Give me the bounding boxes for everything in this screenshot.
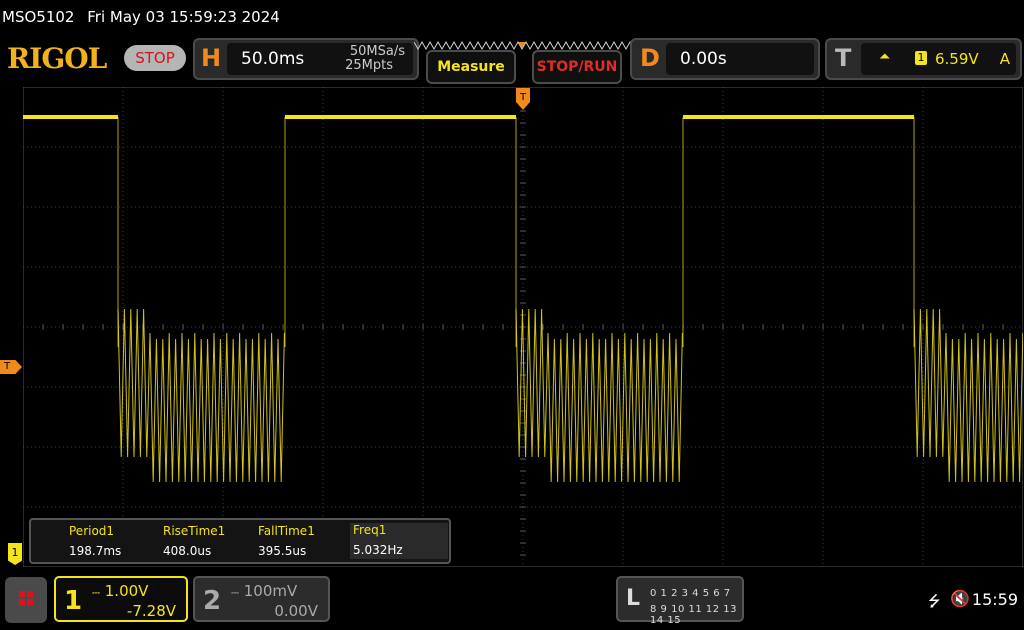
bottom-bar: 1 ⎓ 1.00V -7.28V 2 ⎓ 100mV 0.00V L 0 1 2… bbox=[0, 572, 1024, 630]
grid-svg bbox=[23, 87, 1023, 567]
system-clock: 15:59 bbox=[971, 590, 1018, 609]
channel-1-box[interactable]: 1 ⎓ 1.00V -7.28V bbox=[54, 576, 188, 622]
burst-trace bbox=[515, 308, 683, 483]
measure-value: 395.5us bbox=[258, 544, 307, 558]
burst-trace bbox=[913, 308, 1023, 483]
logic-analyzer-box[interactable]: L 0 1 2 3 4 5 6 7 8 9 10 11 12 13 14 15 bbox=[616, 576, 744, 626]
sample-rate: 50MSa/s bbox=[349, 44, 405, 59]
measure-period: Period1 198.7ms bbox=[69, 524, 121, 558]
stop-run-button[interactable]: STOP/RUN bbox=[532, 50, 622, 84]
channel-1-scale-value: 1.00V bbox=[104, 582, 149, 600]
usb-icon: ⭍ bbox=[928, 592, 941, 610]
measure-falltime: FallTime1 395.5us bbox=[258, 524, 315, 558]
horizontal-letter: H bbox=[201, 44, 222, 72]
measure-label: Freq1 bbox=[353, 523, 387, 537]
measure-label: FallTime1 bbox=[258, 524, 315, 538]
channel-2-number: 2 bbox=[203, 586, 222, 616]
measurement-panel[interactable]: Period1 198.7ms RiseTime1 408.0us FallTi… bbox=[29, 518, 451, 564]
channel-1-offset: -7.28V bbox=[126, 602, 176, 620]
measure-button[interactable]: Measure bbox=[426, 50, 516, 84]
trigger-inner: ⏶ 1 6.59V A bbox=[861, 43, 1016, 75]
logic-row-2: 8 9 10 11 12 13 14 15 bbox=[650, 604, 738, 626]
measure-risetime: RiseTime1 408.0us bbox=[163, 524, 225, 558]
horizontal-inner: 50.0ms 50MSa/s 25Mpts bbox=[227, 43, 413, 75]
model-name: MSO5102 bbox=[2, 8, 75, 26]
waveform-display[interactable] bbox=[23, 87, 1023, 567]
ch1-offset-marker[interactable]: 1 bbox=[8, 543, 22, 565]
channel-2-scale-value: 100mV bbox=[243, 582, 298, 600]
trigger-position-marker[interactable]: T bbox=[516, 88, 530, 110]
status-line: MSO5102 Fri May 03 15:59:23 2024 bbox=[0, 0, 1024, 34]
memory-depth: 25Mpts bbox=[345, 58, 393, 73]
dc-coupling-icon: ⎓ bbox=[92, 588, 100, 599]
logic-row-1: 0 1 2 3 4 5 6 7 bbox=[650, 588, 731, 599]
delay-panel[interactable]: D 0.00s bbox=[630, 38, 820, 80]
measure-value: 408.0us bbox=[163, 544, 212, 558]
trigger-level: 6.59V bbox=[935, 50, 979, 68]
trigger-mode: A bbox=[999, 50, 1010, 68]
main-menu-button[interactable] bbox=[5, 577, 47, 623]
measure-value: 5.032Hz bbox=[353, 543, 403, 557]
burst-trace bbox=[117, 308, 285, 483]
rigol-logo: RIGOL bbox=[7, 42, 107, 75]
measure-label: Period1 bbox=[69, 524, 115, 538]
measure-freq: Freq1 5.032Hz bbox=[350, 523, 448, 559]
rising-edge-icon: ⏶ bbox=[879, 49, 891, 65]
measure-label: RiseTime1 bbox=[163, 524, 226, 538]
delay-inner: 0.00s bbox=[666, 43, 814, 75]
horizontal-panel[interactable]: H 50.0ms 50MSa/s 25Mpts bbox=[193, 38, 419, 80]
measure-value: 198.7ms bbox=[69, 544, 122, 558]
logic-letter: L bbox=[626, 586, 641, 611]
timebase-value: 50.0ms bbox=[241, 49, 305, 69]
trigger-panel[interactable]: T ⏶ 1 6.59V A bbox=[825, 38, 1022, 80]
trigger-source-badge: 1 bbox=[915, 51, 927, 65]
memory-position-bar[interactable] bbox=[413, 37, 635, 51]
top-bar: RIGOL STOP H 50.0ms 50MSa/s 25Mpts Measu… bbox=[0, 36, 1024, 84]
run-state-badge[interactable]: STOP bbox=[124, 45, 186, 71]
trigger-top-label: T bbox=[519, 92, 527, 103]
channel-2-scale: ⎓ 100mV bbox=[231, 582, 297, 600]
trigger-level-marker[interactable]: T bbox=[0, 360, 22, 374]
datetime: Fri May 03 15:59:23 2024 bbox=[87, 8, 280, 26]
speaker-muted-icon[interactable]: 🔇 bbox=[950, 589, 970, 608]
trigger-letter: T bbox=[835, 44, 852, 72]
dc-coupling-icon: ⎓ bbox=[231, 588, 239, 599]
delay-value: 0.00s bbox=[680, 49, 727, 69]
delay-letter: D bbox=[640, 44, 660, 72]
menu-grid-icon bbox=[19, 591, 33, 605]
channel-1-scale: ⎓ 1.00V bbox=[92, 582, 148, 600]
channel-2-offset: 0.00V bbox=[274, 602, 318, 620]
channel-1-number: 1 bbox=[64, 586, 83, 616]
channel-2-box[interactable]: 2 ⎓ 100mV 0.00V bbox=[193, 576, 330, 622]
